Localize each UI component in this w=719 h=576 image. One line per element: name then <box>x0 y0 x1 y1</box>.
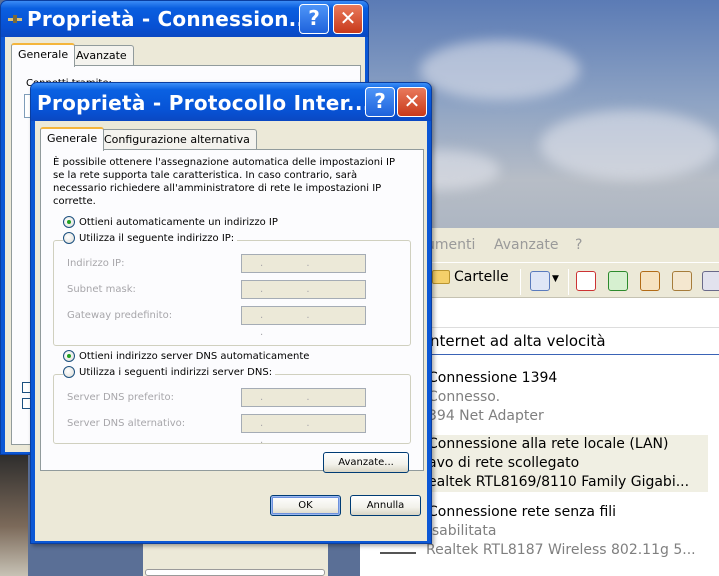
views-icon[interactable] <box>530 271 550 291</box>
gateway-label: Gateway predefinito: <box>67 310 173 321</box>
window-title: Proprietà - Protocollo Inter... <box>37 91 371 115</box>
desktop-edge <box>0 452 28 576</box>
properties-icon[interactable] <box>702 271 719 291</box>
preferred-dns-label: Server DNS preferito: <box>67 392 175 403</box>
tab-avanzate[interactable]: Avanzate <box>69 45 134 67</box>
radio-unselected-icon <box>63 232 75 244</box>
subnet-mask-label: Subnet mask: <box>67 284 136 295</box>
home-icon[interactable] <box>640 271 660 291</box>
background-field <box>145 569 325 576</box>
group-divider <box>430 354 719 355</box>
network-icon <box>8 15 22 23</box>
intro-text: È possibile ottenere l'assegnazione auto… <box>53 157 396 207</box>
dialog-body: Generale Configurazione alternativa È po… <box>35 121 427 541</box>
connection-lan[interactable]: Connessione alla rete locale (LAN) avo d… <box>428 435 708 492</box>
menu-avanzate[interactable]: Avanzate <box>494 237 559 253</box>
tcpip-properties-dialog: Proprietà - Protocollo Inter... ? ✕ Gene… <box>30 82 432 544</box>
delete-icon[interactable] <box>576 271 596 291</box>
folders-button[interactable]: Cartelle <box>432 269 509 293</box>
ip-auto-radio[interactable]: Ottieni automaticamente un indirizzo IP <box>63 216 278 228</box>
tab-generale[interactable]: Generale <box>40 127 105 151</box>
title-bar[interactable]: Proprietà - Connession... ? ✕ <box>1 1 368 37</box>
radio-selected-icon <box>63 216 75 228</box>
tab-panel: È possibile ottenere l'assegnazione auto… <box>40 149 424 473</box>
connection-wireless[interactable]: Connessione rete senza fili isabilitata … <box>426 503 696 560</box>
radio-unselected-icon <box>63 366 75 378</box>
close-button[interactable]: ✕ <box>397 87 427 117</box>
dns-manual-radio[interactable]: Utilizza i seguenti indirizzi server DNS… <box>63 366 276 378</box>
dns-auto-radio[interactable]: Ottieni indirizzo server DNS automaticam… <box>63 350 309 362</box>
menu-help[interactable]: ? <box>575 237 582 253</box>
help-button[interactable]: ? <box>299 4 329 34</box>
alternate-dns-field[interactable]: . . . <box>241 414 366 446</box>
refresh-icon[interactable] <box>608 271 628 291</box>
tab-configurazione-alternativa[interactable]: Configurazione alternativa <box>97 129 257 151</box>
tab-generale[interactable]: Generale <box>11 43 76 67</box>
help-button[interactable]: ? <box>365 87 395 117</box>
ip-address-field[interactable]: . . . <box>241 254 366 286</box>
ip-manual-radio[interactable]: Utilizza il seguente indirizzo IP: <box>63 232 238 244</box>
menu-documenti[interactable]: umenti <box>426 237 475 253</box>
connection-1394[interactable]: Connessione 1394 Connesso. 394 Net Adapt… <box>428 369 557 426</box>
alternate-dns-label: Server DNS alternativo: <box>67 418 186 429</box>
close-button[interactable]: ✕ <box>333 4 363 34</box>
radio-selected-icon <box>63 350 75 362</box>
chevron-down-icon[interactable]: ▼ <box>552 274 559 284</box>
ok-button[interactable]: OK <box>270 495 341 516</box>
cancel-button[interactable]: Annulla <box>350 495 421 516</box>
title-bar[interactable]: Proprietà - Protocollo Inter... ? ✕ <box>31 83 431 121</box>
dns-group <box>53 374 411 444</box>
preferred-dns-field[interactable]: . . . <box>241 388 366 420</box>
subnet-mask-field[interactable]: . . . <box>241 280 366 312</box>
folder-icon <box>432 270 450 284</box>
group-title: nternet ad alta velocità <box>430 332 606 350</box>
gateway-field[interactable]: . . . <box>241 306 366 338</box>
window-title: Proprietà - Connession... <box>27 7 313 31</box>
ip-address-label: Indirizzo IP: <box>67 258 125 269</box>
new-folder-icon[interactable] <box>672 271 692 291</box>
advanced-button[interactable]: Avanzate... <box>323 452 409 473</box>
